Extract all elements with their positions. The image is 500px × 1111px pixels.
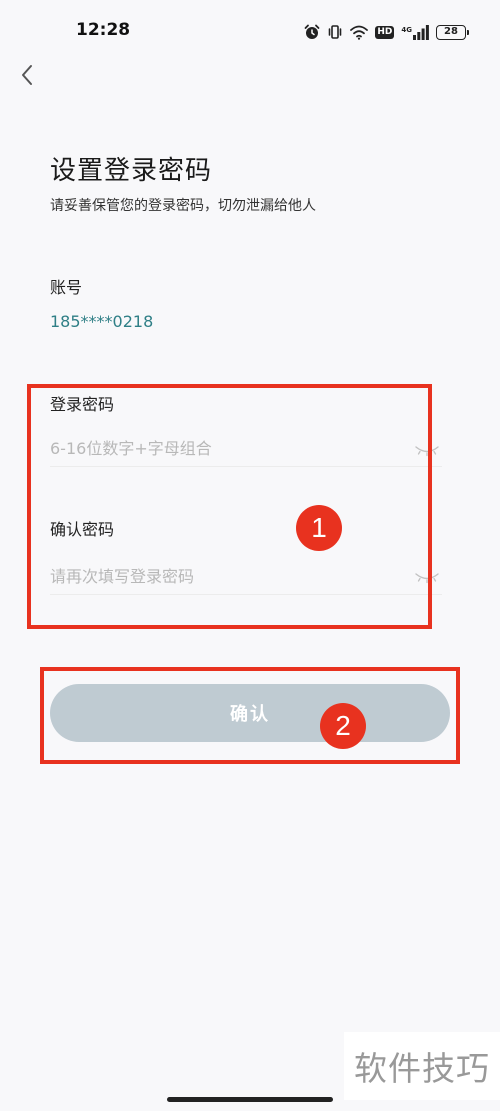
status-time: 12:28: [76, 20, 131, 40]
step-badge-2: 2: [320, 703, 366, 749]
status-bar: 12:28 HD 4G 28: [0, 0, 500, 64]
account-value: 185****0218: [50, 312, 154, 331]
page-title: 设置登录密码: [50, 156, 213, 186]
home-indicator[interactable]: [167, 1097, 333, 1102]
status-icons: HD 4G 28: [304, 22, 469, 42]
hd-icon: HD: [375, 25, 395, 39]
watermark: 软件技巧: [344, 1032, 500, 1100]
chevron-left-icon: [22, 65, 32, 85]
highlight-box-2: [40, 667, 460, 764]
vibrate-icon: [327, 24, 343, 40]
highlight-box-1: [27, 384, 432, 629]
signal-icon: 4G: [401, 24, 429, 40]
wifi-icon: [350, 25, 369, 40]
back-button[interactable]: [12, 60, 42, 90]
step-badge-1: 1: [296, 505, 342, 551]
account-label: 账号: [50, 278, 83, 297]
alarm-icon: [304, 24, 320, 40]
battery-icon: 28: [436, 24, 469, 40]
page-subtitle: 请妥善保管您的登录密码，切勿泄漏给他人: [50, 198, 316, 214]
network-type-label: 4G: [401, 25, 412, 34]
